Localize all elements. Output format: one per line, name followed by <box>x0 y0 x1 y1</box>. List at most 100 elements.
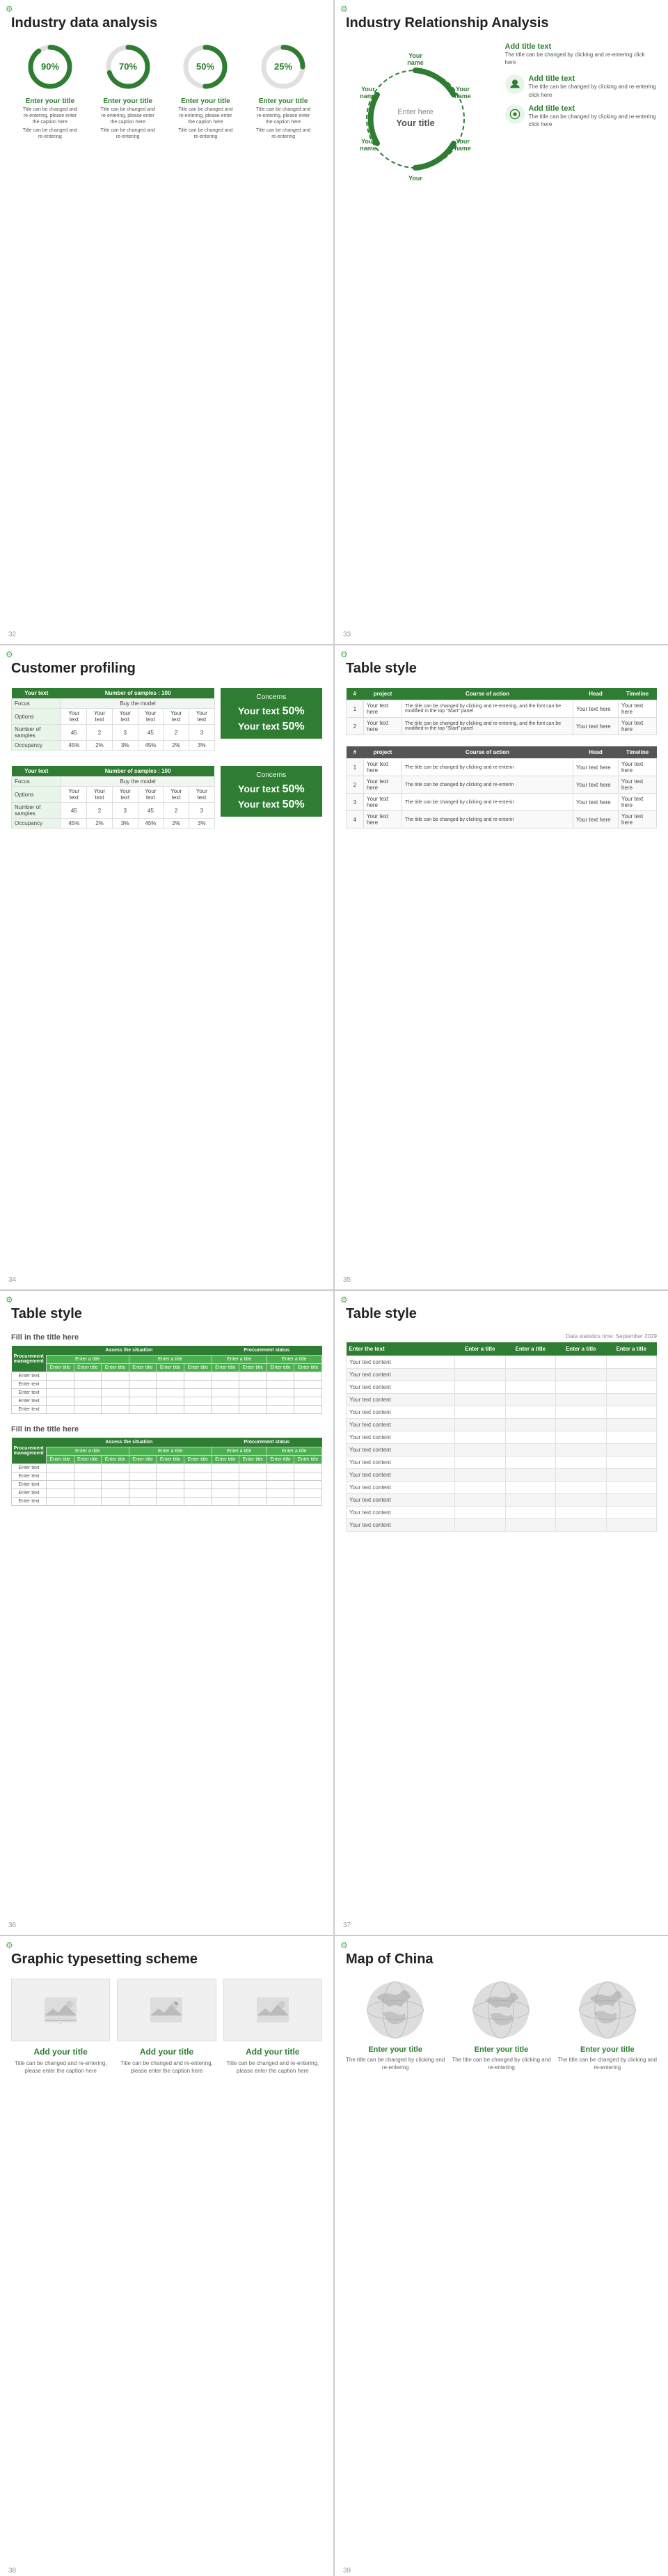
svg-text:⛰: ⛰ <box>58 2022 63 2024</box>
enter-title-1: Enter a title <box>47 1356 129 1364</box>
assess-th: Assess the situation <box>47 1346 212 1356</box>
svg-text:name: name <box>360 145 376 152</box>
occ-6: 3% <box>189 741 214 751</box>
th2-action: Course of action <box>402 746 573 759</box>
slide-38: ⚙ Graphic typesetting scheme ⛰ Add your … <box>0 1936 333 2576</box>
proc-mgmt-2: Procurement management <box>12 1438 47 1464</box>
slide-32: ⚙ Industry data analysis 90% Enter your … <box>0 0 333 644</box>
table-row: Enter text <box>12 1481 322 1489</box>
add-desc-3: The title can be changed by clicking and… <box>529 113 658 128</box>
donut-desc-4: Title can be changed and re-entering, pl… <box>255 107 311 125</box>
slide-icon-34: ⚙ <box>6 650 17 661</box>
table-row: Your text content <box>347 1369 657 1381</box>
ts3-th-4: Enter a title <box>556 1342 606 1356</box>
table-row: Enter text <box>12 1389 322 1397</box>
gt-img-2 <box>117 1979 216 2041</box>
cp-split-2: Your text Number of samples : 100 Focus … <box>11 766 322 834</box>
table-row: 3 Your text here The title can be change… <box>347 794 657 811</box>
cp-split-1: Your text Number of samples : 100 Focus … <box>11 688 322 756</box>
occ-5: 2% <box>164 741 189 751</box>
options-label-2: Options <box>12 787 61 803</box>
map-item-2: Enter your title The title can be change… <box>452 1979 550 2071</box>
rel-container: Enter here Your title Your name Your nam… <box>346 42 657 168</box>
fill-title-2: Fill in the title here <box>11 1425 322 1434</box>
occ-label-2: Occupancy <box>12 819 61 828</box>
proc-table-2: Procurement management Assess the situat… <box>11 1438 322 1506</box>
th-samples: Number of samples : 100 <box>61 688 214 699</box>
th-samples-2: Number of samples : 100 <box>61 766 214 777</box>
svg-text:Your: Your <box>408 175 422 182</box>
gt-title-3: Add your title <box>223 2047 322 2057</box>
slide-title-39: Map of China <box>346 1951 657 1968</box>
slide-title-33: Industry Relationship Analysis <box>346 15 657 31</box>
gt-desc-1: Title can be changed and re-entering, pl… <box>11 2059 110 2075</box>
gt-img-1: ⛰ <box>11 1979 110 2041</box>
ns-5: 2 <box>164 725 189 741</box>
th2-project: project <box>364 746 402 759</box>
focus-cell-2: Focus <box>12 777 61 787</box>
add-title-1: Add title text <box>505 42 658 51</box>
donut-item-1: 90% Enter your title Title can be change… <box>22 42 78 140</box>
stat-time: Data statistics time: September 2029 <box>346 1333 657 1340</box>
slide-34: ⚙ Customer profiling Your text Number of… <box>0 645 333 1289</box>
table-row: Enter text <box>12 1397 322 1406</box>
ns-3: 3 <box>112 725 138 741</box>
table-row: Enter text <box>12 1381 322 1389</box>
gt-row: ⛰ Add your title Title can be changed an… <box>11 1979 322 2075</box>
slide-37: ⚙ Table style Data statistics time: Sept… <box>335 1291 668 1935</box>
ns-1: 45 <box>61 725 87 741</box>
ts3-table: Enter the text Enter a title Enter a tit… <box>346 1342 657 1532</box>
svg-text:name: name <box>454 93 471 100</box>
table-row: Enter text <box>12 1372 322 1381</box>
ts3-th-5: Enter a title <box>606 1342 657 1356</box>
table-row: Your text content <box>347 1406 657 1419</box>
th-head: Head <box>573 688 619 700</box>
ts-table-1: # project Course of action Head Timeline… <box>346 688 657 735</box>
donut-row: 90% Enter your title Title can be change… <box>11 42 322 140</box>
map-desc-1: The title can be changed by clicking and… <box>346 2056 445 2071</box>
map-row: Enter your title The title can be change… <box>346 1979 657 2071</box>
proc-status-th-2: Procurement status <box>212 1438 321 1447</box>
opt-4: Your text <box>138 709 164 725</box>
donut-item-4: 25% Enter your title Title can be change… <box>255 42 311 140</box>
svg-text:Your: Your <box>408 52 422 59</box>
slide-icon-39: ⚙ <box>340 1940 351 1951</box>
th2-timeline: Timeline <box>619 746 657 759</box>
table-row: Your text content <box>347 1507 657 1519</box>
occ-2: 2% <box>87 741 113 751</box>
table-row: 4 Your text here The title can be change… <box>347 811 657 828</box>
slide-icon-33: ⚙ <box>340 4 351 15</box>
table-row: 2 Your text here The title can be change… <box>347 776 657 794</box>
cp-left-1: Your text Number of samples : 100 Focus … <box>11 688 215 756</box>
gt-title-2: Add your title <box>117 2047 216 2057</box>
ts3-th-1: Enter the text <box>347 1342 455 1356</box>
svg-text:name: name <box>360 93 376 100</box>
add-title-2: Add title text <box>529 74 658 83</box>
pct-3: Your text 50% <box>226 783 317 796</box>
opt-6: Your text <box>189 709 214 725</box>
slide-num-38: 38 <box>8 2567 16 2575</box>
slide-title-37: Table style <box>346 1306 657 1322</box>
slide-num-32: 32 <box>8 631 16 638</box>
th-timeline: Timeline <box>619 688 657 700</box>
table-row: Enter text <box>12 1489 322 1498</box>
table-row: 2 Your text here The title can be change… <box>347 718 657 735</box>
table-row: Your text content <box>347 1356 657 1369</box>
enter-title-2: Enter a title <box>129 1356 212 1364</box>
gt-item-3: Add your title Title can be changed and … <box>223 1979 322 2075</box>
donut-desc2b-2: Title can be changed and re-entering <box>100 127 156 140</box>
rel-icon-shape-2 <box>505 104 525 124</box>
table-row: Enter text <box>12 1498 322 1506</box>
slide-title-36: Table style <box>11 1306 322 1322</box>
proc-mgmt: Procurement management <box>12 1346 47 1372</box>
svg-text:Your: Your <box>361 138 375 145</box>
svg-text:Your title: Your title <box>396 118 434 128</box>
map-item-1: Enter your title The title can be change… <box>346 1979 445 2071</box>
th-action: Course of action <box>402 688 573 700</box>
gt-title-1: Add your title <box>11 2047 110 2057</box>
rel-icon-shape-1 <box>505 74 525 94</box>
rel-info: Add title text The title can be changed … <box>505 42 658 168</box>
occ-4: 45% <box>138 741 164 751</box>
table-row: Your text content <box>347 1494 657 1507</box>
cp-table-1: Your text Number of samples : 100 Focus … <box>11 688 215 751</box>
